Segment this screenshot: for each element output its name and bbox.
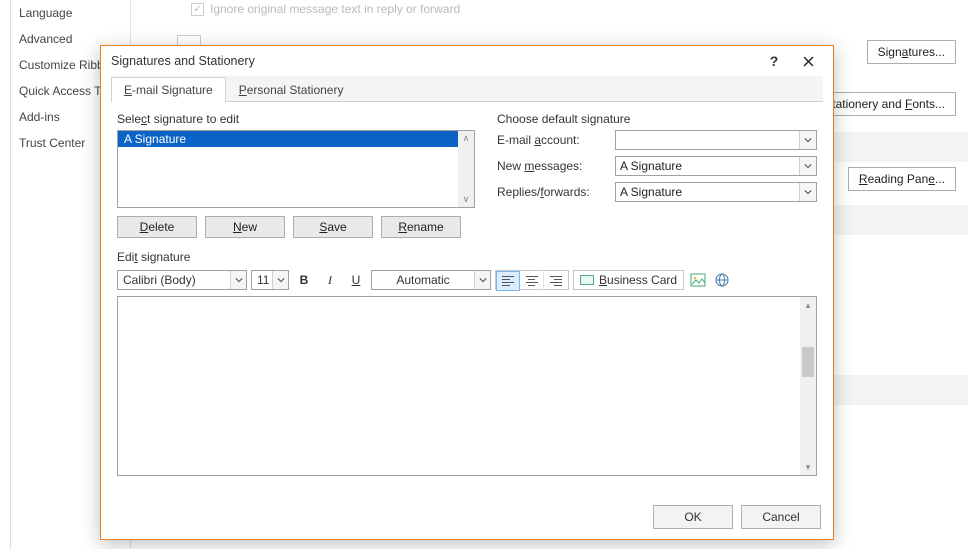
font-name-combo[interactable]: Calibri (Body) [117, 270, 247, 290]
editor-toolbar: Calibri (Body) 11 B I U Automatic [117, 268, 817, 292]
scroll-up-icon: ∧ [463, 131, 470, 146]
reading-pane-button[interactable]: Reading Pane... [848, 167, 956, 191]
scroll-up-icon: ▴ [800, 297, 816, 313]
align-left-button[interactable] [496, 271, 520, 291]
tab-personal-stationery[interactable]: Personal Stationery [226, 77, 357, 102]
save-button[interactable]: Save [293, 216, 373, 238]
signature-list-item[interactable]: A Signature [118, 131, 458, 147]
underline-button[interactable]: U [345, 270, 367, 290]
business-card-icon [580, 275, 594, 285]
ok-button[interactable]: OK [653, 505, 733, 529]
tab-content: Select signature to edit A Signature ∧ ∨… [111, 102, 823, 476]
signatures-stationery-dialog: Signatures and Stationery ? E-mail Signa… [100, 45, 834, 540]
signature-listbox[interactable]: A Signature ∧ ∨ [117, 130, 475, 208]
stationery-fonts-button[interactable]: Stationery and Fonts... [813, 92, 956, 116]
ignore-original-checkbox[interactable]: ✓ Ignore original message text in reply … [191, 2, 460, 16]
checkbox-label: Ignore original message text in reply or… [210, 2, 460, 16]
hyperlink-icon [714, 272, 730, 288]
business-card-button[interactable]: Business Card [573, 270, 684, 290]
dialog-titlebar: Signatures and Stationery ? [101, 46, 833, 76]
new-button[interactable]: New [205, 216, 285, 238]
chevron-down-icon [277, 276, 285, 284]
combo-value: Calibri (Body) [123, 273, 196, 287]
check-icon: ✓ [191, 3, 204, 16]
signature-button-row: Delete New Save Rename [117, 216, 477, 238]
combo-value: A Signature [620, 185, 682, 199]
italic-button[interactable]: I [319, 270, 341, 290]
select-signature-section: Select signature to edit A Signature ∧ ∨… [117, 112, 477, 238]
dialog-footer: OK Cancel [653, 505, 821, 529]
font-color-combo[interactable]: Automatic [371, 270, 491, 290]
align-center-icon [526, 275, 538, 288]
combo-value: 11 [257, 273, 269, 287]
combo-value: A Signature [620, 159, 682, 173]
defaults-heading: Choose default signature [497, 112, 817, 126]
new-messages-label: New messages: [497, 159, 607, 173]
select-signature-label: Select signature to edit [117, 112, 477, 126]
chevron-down-icon [804, 188, 812, 196]
insert-picture-button[interactable] [688, 270, 708, 290]
signatures-button[interactable]: Signatures... [867, 40, 956, 64]
dialog-body: E-mail Signature Personal Stationery Sel… [101, 76, 833, 486]
tabstrip: E-mail Signature Personal Stationery [111, 76, 823, 102]
tab-email-signature[interactable]: E-mail Signature [111, 77, 226, 102]
edit-signature-label: Edit signature [117, 250, 817, 264]
replies-forwards-label: Replies/forwards: [497, 185, 607, 199]
alignment-group [495, 270, 569, 290]
button-label: Business Card [599, 273, 677, 287]
align-left-icon [502, 275, 514, 288]
close-icon [803, 56, 814, 67]
font-size-combo[interactable]: 11 [251, 270, 289, 290]
replies-forwards-combo[interactable]: A Signature [615, 182, 817, 202]
delete-button[interactable]: Delete [117, 216, 197, 238]
scroll-down-icon: ▾ [800, 459, 816, 475]
chevron-down-icon [479, 276, 487, 284]
signature-editor[interactable]: ▴ ▾ [117, 296, 817, 476]
align-center-button[interactable] [520, 271, 544, 291]
insert-hyperlink-button[interactable] [712, 270, 732, 290]
email-account-combo[interactable] [615, 130, 817, 150]
align-right-icon [550, 275, 562, 288]
rename-button[interactable]: Rename [381, 216, 461, 238]
listbox-scrollbar[interactable]: ∧ ∨ [458, 131, 474, 207]
email-account-label: E-mail account: [497, 133, 607, 147]
chevron-down-icon [804, 162, 812, 170]
align-right-button[interactable] [544, 271, 568, 291]
cancel-button[interactable]: Cancel [741, 505, 821, 529]
dialog-title: Signatures and Stationery [111, 54, 757, 68]
help-button[interactable]: ? [757, 49, 791, 73]
scroll-thumb[interactable] [802, 347, 814, 377]
nav-item-language[interactable]: Language [11, 0, 130, 26]
editor-scrollbar[interactable]: ▴ ▾ [800, 297, 816, 475]
default-signature-section: Choose default signature E-mail account:… [497, 112, 817, 238]
close-button[interactable] [791, 49, 825, 73]
new-messages-combo[interactable]: A Signature [615, 156, 817, 176]
chevron-down-icon [804, 136, 812, 144]
chevron-down-icon [235, 276, 243, 284]
bold-button[interactable]: B [293, 270, 315, 290]
scroll-down-icon: ∨ [463, 192, 470, 207]
combo-value: Automatic [396, 273, 449, 287]
picture-icon [690, 272, 706, 288]
